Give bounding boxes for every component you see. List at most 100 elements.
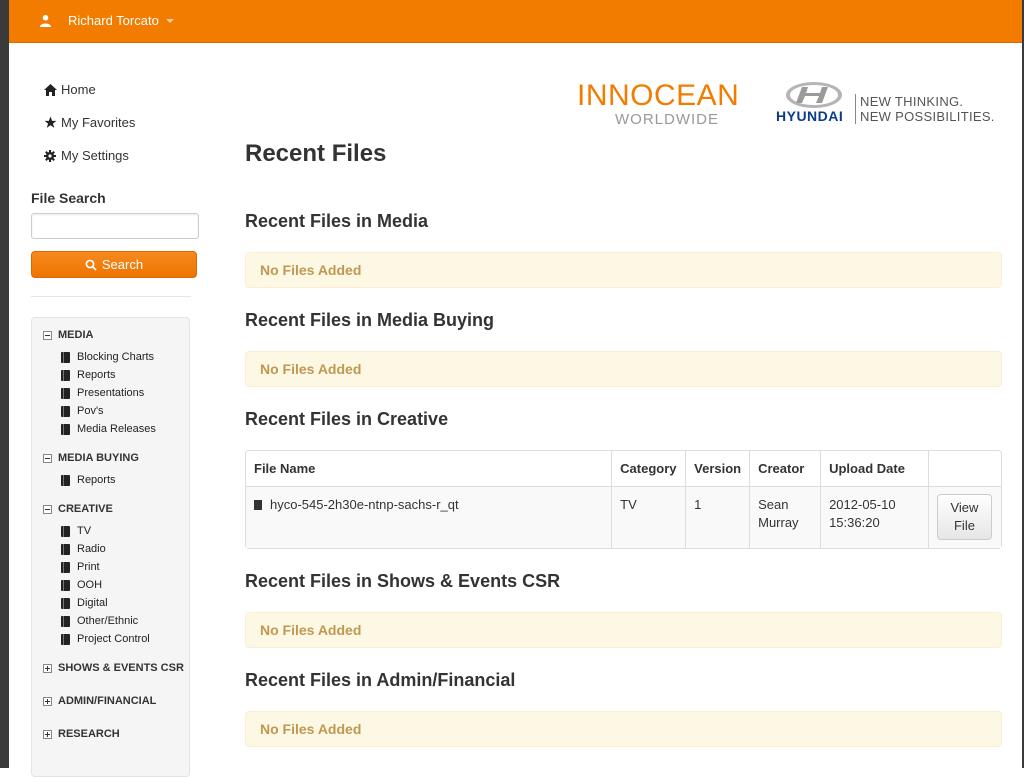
tree-category-creative[interactable]: CREATIVE <box>43 503 113 515</box>
nav-my-favorites[interactable]: My Favorites <box>43 115 135 130</box>
tree-item-label: Digital <box>77 597 108 609</box>
cell-category: TV <box>611 486 686 548</box>
book-icon <box>61 597 70 609</box>
upload-time: 15:36:20 <box>829 515 880 530</box>
category-tree: MEDIA Blocking Charts Reports Presentati… <box>31 317 190 777</box>
tree-item-povs[interactable]: Pov's <box>61 405 104 417</box>
hyundai-wordmark: HYUNDAI <box>776 108 844 124</box>
book-icon <box>61 525 70 537</box>
book-icon <box>61 423 70 435</box>
section-title-creative: Recent Files in Creative <box>245 409 449 429</box>
expand-icon[interactable] <box>43 729 52 739</box>
tree-item-radio[interactable]: Radio <box>61 543 106 555</box>
view-file-label-line2: File <box>953 518 975 533</box>
tree-item-label: Other/Ethnic <box>77 615 139 627</box>
file-search-input[interactable] <box>31 213 199 239</box>
section-title-media-buying: Recent Files in Media Buying <box>245 310 495 330</box>
innocean-logo-text: INNOCEAN <box>577 79 740 112</box>
tree-item-buying-reports[interactable]: Reports <box>61 474 116 486</box>
cell-version: 1 <box>685 486 750 548</box>
user-icon <box>39 14 52 27</box>
tree-item-label: Media Releases <box>77 423 156 435</box>
tree-category-shows-events[interactable]: SHOWS & EVENTS CSR <box>43 662 184 674</box>
collapse-icon[interactable] <box>43 330 52 340</box>
tree-category-admin-financial[interactable]: ADMIN/FINANCIAL <box>43 695 156 707</box>
logo-separator <box>855 94 856 124</box>
tree-item-digital[interactable]: Digital <box>61 597 108 609</box>
top-navbar: Richard Torcato <box>9 0 1022 43</box>
book-icon <box>61 405 70 417</box>
tree-item-label: OOH <box>77 579 103 591</box>
user-name: Richard Torcato <box>68 13 159 28</box>
sidebar-divider <box>31 296 191 297</box>
creative-files-table: File Name Category Version Creator Uploa… <box>245 450 1002 549</box>
nav-home-label: Home <box>61 82 96 97</box>
empty-alert-shows-events: No Files Added <box>245 612 1002 648</box>
search-button-label: Search <box>101 257 144 272</box>
column-header-creator[interactable]: Creator <box>749 451 820 486</box>
book-icon <box>61 615 70 627</box>
creator-first-name: Sean <box>758 497 789 512</box>
tree-item-tv[interactable]: TV <box>61 525 91 537</box>
table-row: hyco-545-2h30e-ntnp-sachs-r_qt TV 1 Sean… <box>246 486 1001 548</box>
tree-category-label: ADMIN/FINANCIAL <box>58 695 157 707</box>
tree-item-label: Project Control <box>77 633 150 645</box>
nav-home[interactable]: Home <box>43 82 96 97</box>
nav-my-settings[interactable]: My Settings <box>43 148 129 163</box>
book-icon <box>61 387 70 399</box>
empty-alert-admin-financial: No Files Added <box>245 711 1002 747</box>
view-file-button[interactable]: View File <box>936 494 992 540</box>
tree-item-ooh[interactable]: OOH <box>61 579 102 591</box>
book-icon <box>61 474 70 486</box>
search-button[interactable]: Search <box>31 251 197 278</box>
column-header-upload-date[interactable]: Upload Date <box>820 451 928 486</box>
tree-item-label: Pov's <box>77 405 104 417</box>
file-name-text: hyco-545-2h30e-ntnp-sachs-r_qt <box>270 497 459 512</box>
tree-category-label: CREATIVE <box>58 503 113 515</box>
tree-item-blocking-charts[interactable]: Blocking Charts <box>61 351 154 363</box>
search-icon <box>85 259 97 271</box>
book-icon <box>61 369 70 381</box>
empty-alert-media: No Files Added <box>245 252 1002 288</box>
expand-icon[interactable] <box>43 663 52 673</box>
column-header-category[interactable]: Category <box>611 451 685 486</box>
tree-category-media[interactable]: MEDIA <box>43 329 93 341</box>
tree-item-print[interactable]: Print <box>61 561 100 573</box>
home-icon <box>43 83 57 97</box>
nav-settings-label: My Settings <box>61 148 129 163</box>
cell-upload-date: 2012-05-10 15:36:20 <box>820 486 928 548</box>
tree-item-label: Reports <box>77 369 116 381</box>
window-frame-left <box>0 0 9 768</box>
empty-alert-media-buying: No Files Added <box>245 351 1002 387</box>
column-header-version[interactable]: Version <box>685 451 749 486</box>
tree-item-reports[interactable]: Reports <box>61 369 116 381</box>
tree-item-label: Blocking Charts <box>77 351 155 363</box>
tree-category-media-buying[interactable]: MEDIA BUYING <box>43 452 139 464</box>
tree-category-label: SHOWS & EVENTS CSR <box>58 662 184 674</box>
tree-item-presentations[interactable]: Presentations <box>61 387 144 399</box>
tree-item-label: TV <box>77 525 92 537</box>
column-header-file-name[interactable]: File Name <box>246 451 611 486</box>
file-icon <box>254 500 262 510</box>
hyundai-emblem-icon <box>786 82 842 108</box>
page-title: Recent Files <box>245 140 387 167</box>
tree-item-project-control[interactable]: Project Control <box>61 633 150 645</box>
section-title-admin-financial: Recent Files in Admin/Financial <box>245 670 516 690</box>
tree-item-label: Reports <box>77 474 116 486</box>
book-icon <box>61 579 70 591</box>
cell-action: View File <box>927 486 1001 548</box>
user-menu-dropdown[interactable]: Richard Torcato <box>39 13 174 28</box>
tree-category-research[interactable]: RESEARCH <box>43 728 120 740</box>
tree-item-label: Print <box>77 561 100 573</box>
tree-item-label: Radio <box>77 543 106 555</box>
tree-item-other-ethnic[interactable]: Other/Ethnic <box>61 615 138 627</box>
hyundai-tagline: NEW THINKING. NEW POSSIBILITIES. <box>860 94 995 124</box>
collapse-icon[interactable] <box>43 504 52 514</box>
table-header-row: File Name Category Version Creator Uploa… <box>246 451 1001 486</box>
cell-creator: Sean Murray <box>749 486 821 548</box>
expand-icon[interactable] <box>43 696 52 706</box>
cell-file-name: hyco-545-2h30e-ntnp-sachs-r_qt <box>246 486 612 548</box>
gear-icon <box>43 149 57 163</box>
tree-item-media-releases[interactable]: Media Releases <box>61 423 156 435</box>
collapse-icon[interactable] <box>43 453 52 463</box>
